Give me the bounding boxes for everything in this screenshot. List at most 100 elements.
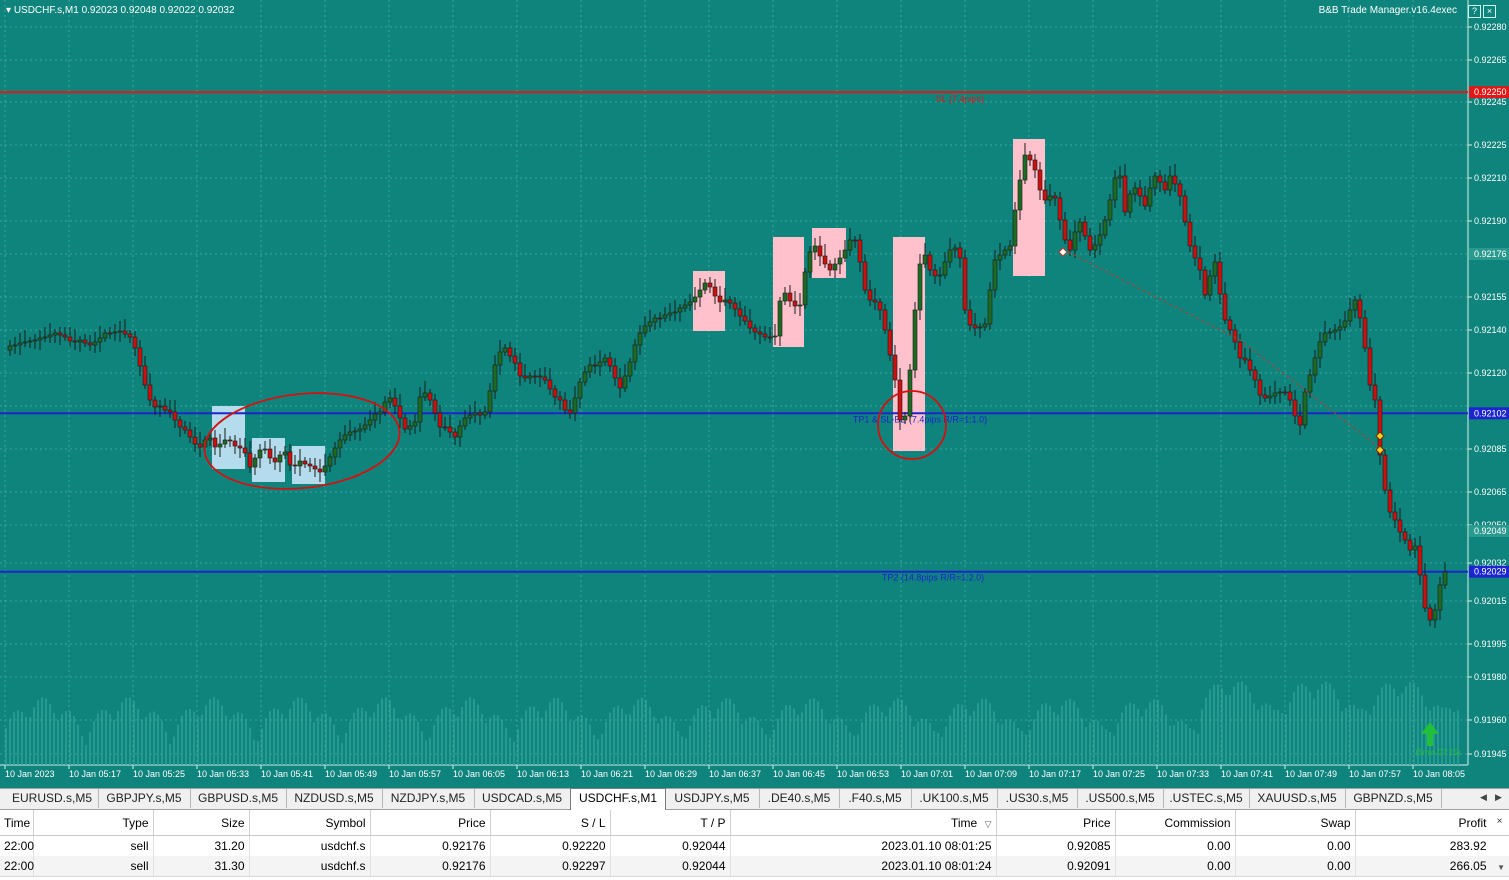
candle-body — [672, 311, 678, 314]
candle-body — [647, 321, 653, 327]
tab-usdjpy[interactable]: USDJPY.s,M5 — [665, 789, 760, 808]
col-close-time[interactable]: Time ▽ — [730, 810, 997, 836]
candle-body — [627, 361, 633, 377]
tab-scroll-right-icon[interactable]: ▶ — [1495, 792, 1502, 803]
candle-body — [1062, 219, 1068, 241]
cell-close-time: 2023.01.10 08:01:24 — [730, 856, 997, 877]
col-close-price[interactable]: Price — [996, 810, 1116, 836]
symbol-info: USDCHF.s,M1 0.92023 0.92048 0.92022 0.92… — [13, 5, 235, 16]
tab-xauusd[interactable]: XAUUSD.s,M5 — [1249, 789, 1346, 808]
candle-body — [1127, 193, 1133, 213]
tab-nzdjpy[interactable]: NZDJPY.s,M5 — [382, 789, 475, 808]
price-chart[interactable]: SL (7.4pips) TP1 & SL-BE (7.4pips R/R=1:1… — [0, 0, 1509, 788]
tab-gbpjpy[interactable]: GBPJPY.s,M5 — [98, 789, 191, 808]
col-symbol[interactable]: Symbol — [249, 810, 371, 836]
candle-body — [442, 426, 448, 429]
price-tick-label: 0.92085 — [1474, 444, 1507, 454]
time-tick-label: 10 Jan 05:25 — [133, 769, 185, 779]
time-tick-label: 10 Jan 2023 — [5, 769, 55, 779]
candle-body — [677, 307, 683, 313]
tab-ustec[interactable]: .USTEC.s,M5 — [1163, 789, 1250, 808]
trade-trendline — [1067, 251, 1381, 449]
tab-de40[interactable]: .DE40.s,M5 — [759, 789, 840, 808]
candle-body — [1227, 319, 1233, 331]
tab-us30[interactable]: .US30.s,M5 — [997, 789, 1078, 808]
candle-body — [1202, 269, 1208, 296]
cell-close-price: 0.92091 — [996, 856, 1116, 877]
col-time[interactable]: Time — [0, 810, 34, 836]
tab-eurusd[interactable]: EURUSD.s,M5 — [6, 789, 99, 808]
candle-body — [422, 392, 428, 398]
col-sl[interactable]: S / L — [490, 810, 611, 836]
scroll-down-icon[interactable]: ▼ — [1497, 863, 1505, 872]
candle-body — [877, 301, 883, 311]
price-tag: 0.92102 — [1469, 407, 1509, 420]
trade-exit-marker — [1375, 431, 1385, 441]
candle-body — [1292, 399, 1298, 417]
candle-body — [1162, 181, 1168, 191]
tab-gbpusd[interactable]: GBPUSD.s,M5 — [190, 789, 287, 808]
tab-nzdusd[interactable]: NZDUSD.s,M5 — [286, 789, 383, 808]
candle-body — [1392, 511, 1398, 521]
col-price[interactable]: Price — [370, 810, 491, 836]
tab-f40[interactable]: .F40.s,M5 — [839, 789, 912, 808]
time-tick-label: 10 Jan 05:49 — [325, 769, 377, 779]
candle-body — [742, 315, 748, 322]
tab-us500[interactable]: .US500.s,M5 — [1077, 789, 1164, 808]
candle-body — [362, 424, 368, 430]
help-icon[interactable]: ? — [1468, 5, 1481, 18]
candle-body — [7, 345, 13, 351]
table-row[interactable]: 22:00 sell 31.20 usdchf.s 0.92176 0.9222… — [0, 835, 1509, 856]
col-type[interactable]: Type — [33, 810, 154, 836]
table-row[interactable]: 22:00 sell 31.30 usdchf.s 0.92176 0.9229… — [0, 856, 1509, 877]
candle-body — [772, 335, 778, 338]
time-tick-label: 10 Jan 08:05 — [1413, 769, 1465, 779]
candle-body — [617, 377, 623, 389]
candle-body — [92, 341, 98, 346]
candle-body — [322, 465, 328, 473]
time-tick-label: 10 Jan 06:29 — [645, 769, 697, 779]
candle-body — [287, 451, 293, 466]
candle-body — [207, 437, 213, 441]
col-tp[interactable]: T / P — [610, 810, 731, 836]
col-size[interactable]: Size — [153, 810, 250, 836]
candle-body — [37, 337, 43, 341]
candle-body — [412, 421, 418, 427]
candle-body — [1012, 209, 1018, 247]
trade-entry-marker — [1058, 247, 1068, 257]
tab-usdcad[interactable]: USDCAD.s,M5 — [474, 789, 571, 808]
candle-body — [507, 347, 513, 357]
candle-body — [1167, 175, 1173, 191]
candle-body — [867, 289, 873, 301]
candle-body — [337, 439, 343, 449]
candle-body — [972, 324, 978, 329]
candle-body — [357, 428, 363, 432]
candle-body — [1412, 545, 1418, 551]
candle-body — [1177, 183, 1183, 197]
candle-body — [117, 330, 123, 333]
price-tag-label: 0.92049 — [1474, 526, 1507, 536]
chart-area[interactable]: SL (7.4pips) TP1 & SL-BE (7.4pips R/R=1:1… — [0, 0, 1509, 788]
close-icon[interactable]: × — [1483, 5, 1496, 18]
candle-body — [17, 342, 23, 346]
panel-close-icon[interactable]: × — [1494, 816, 1505, 827]
tab-scroll-left-icon[interactable]: ◀ — [1480, 792, 1487, 803]
candle-body — [852, 239, 858, 242]
candle-body — [482, 411, 488, 416]
cell-swap: 0.00 — [1235, 856, 1356, 877]
price-tick-label: 0.92210 — [1474, 173, 1507, 183]
candle-body — [1102, 219, 1108, 236]
tab-uk100[interactable]: .UK100.s,M5 — [911, 789, 998, 808]
col-profit[interactable]: Profit — [1355, 810, 1509, 836]
candle-body — [277, 454, 283, 463]
col-commission[interactable]: Commission — [1115, 810, 1236, 836]
tab-gbpnzd[interactable]: GBPNZD.s,M5 — [1345, 789, 1442, 808]
tab-usdchf[interactable]: USDCHF.s,M1 — [570, 788, 666, 810]
candle-body — [1442, 571, 1448, 586]
price-tick-label: 0.91995 — [1474, 639, 1507, 649]
price-tick-label: 0.92190 — [1474, 216, 1507, 226]
col-swap[interactable]: Swap — [1235, 810, 1356, 836]
candle-body — [457, 425, 463, 438]
candle-body — [1197, 257, 1203, 271]
candle-body — [272, 457, 278, 463]
